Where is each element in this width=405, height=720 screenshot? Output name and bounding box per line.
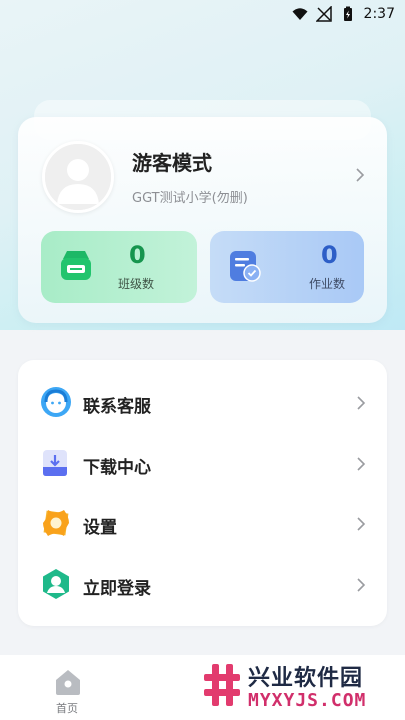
profile-card[interactable]: 游客模式 GGT测试小学(勿删) 0 班级数 0 作业数 (18, 117, 387, 323)
login-user-icon (43, 569, 69, 599)
school-name: GGT测试小学(勿删) (132, 191, 248, 206)
status-bar: 2:37 (0, 0, 405, 28)
chevron-right-icon (357, 396, 366, 410)
user-name: 游客模式 (132, 151, 212, 175)
menu-label-customer-service: 联系客服 (83, 397, 151, 417)
chevron-right-icon[interactable] (355, 167, 365, 183)
battery-charging-icon (343, 6, 352, 21)
menu-item-login[interactable]: 立即登录 (18, 555, 387, 615)
menu-label-download-center: 下载中心 (83, 458, 151, 478)
menu-item-download-center[interactable]: 下载中心 (18, 434, 387, 494)
menu-item-settings[interactable]: 设置 (18, 494, 387, 554)
status-time: 2:37 (363, 6, 395, 22)
watermark-title: 兴业软件园 (248, 666, 364, 691)
wifi-icon (292, 8, 308, 20)
chevron-right-icon (357, 457, 366, 471)
homework-count-label: 作业数 (309, 277, 346, 291)
menu-item-customer-service[interactable]: 联系客服 (18, 373, 387, 433)
nav-home-label[interactable]: 首页 (56, 700, 78, 716)
settings-icon (43, 510, 69, 536)
no-signal-icon (315, 6, 332, 22)
menu-label-settings: 设置 (83, 518, 117, 538)
class-count-label: 班级数 (118, 277, 155, 291)
chevron-right-icon (357, 517, 366, 531)
settings-menu: 联系客服 下载中心 设置 立即登录 (18, 360, 387, 626)
site-watermark: 兴业软件园 MYXYJS.COM (196, 658, 405, 720)
menu-label-login: 立即登录 (83, 579, 151, 599)
hash-logo-icon (204, 664, 240, 706)
class-count-card[interactable]: 0 班级数 (41, 231, 197, 303)
homework-list-icon (230, 251, 261, 282)
homework-count-card[interactable]: 0 作业数 (210, 231, 364, 303)
avatar-placeholder-icon (45, 144, 111, 210)
class-count-value: 0 (129, 241, 146, 269)
download-center-icon (43, 450, 67, 476)
home-icon[interactable] (53, 668, 83, 696)
watermark-url: MYXYJS.COM (248, 690, 367, 711)
chevron-right-icon (357, 578, 366, 592)
class-register-icon (61, 251, 91, 280)
avatar[interactable] (42, 141, 114, 213)
customer-service-icon (41, 387, 71, 417)
homework-count-value: 0 (321, 241, 338, 269)
